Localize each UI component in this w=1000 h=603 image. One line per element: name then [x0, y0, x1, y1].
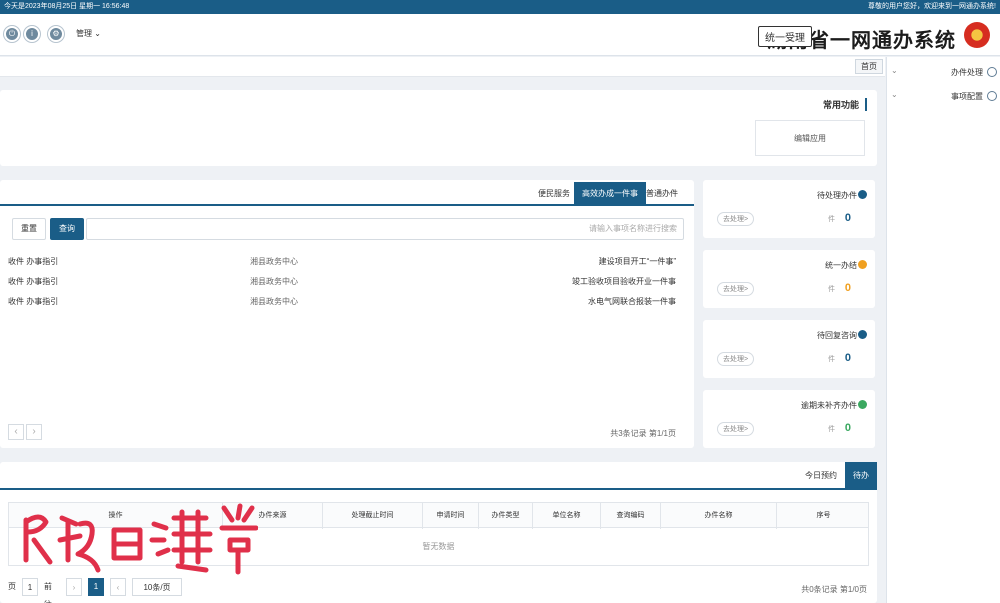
tab-todo[interactable]: 待办: [845, 462, 877, 490]
chevron-down-icon: ⌄: [94, 29, 101, 38]
page-info: 共3条记录 第1/1页: [610, 429, 676, 438]
settings-icon[interactable]: ⚙: [48, 26, 64, 42]
reset-button[interactable]: 重置: [12, 218, 46, 240]
sidebar-item-label: 办件处理: [951, 68, 983, 77]
common-functions-panel: 常用功能 编辑应用: [0, 90, 877, 166]
prev-page-button[interactable]: ‹: [8, 424, 24, 440]
stat-card-unified: 统一办结 0 件 去处理>: [703, 250, 875, 308]
unified-accept-tag[interactable]: 统一受理: [758, 26, 812, 47]
service-actions[interactable]: 收件 办事指引: [8, 296, 58, 307]
info-icon[interactable]: i: [24, 26, 40, 42]
go-process-button[interactable]: 去处理>: [717, 422, 755, 436]
pagination: ‹ ›: [8, 424, 48, 440]
service-name[interactable]: 竣工验收项目验收开业一件事: [572, 276, 676, 287]
tab-home[interactable]: 首页: [855, 59, 883, 74]
chevron-down-icon: ⌄: [891, 90, 898, 99]
emblem-icon: [964, 22, 990, 48]
service-org: 湘县政务中心: [250, 297, 298, 306]
card-title: 统一办结: [825, 261, 857, 270]
app-header: ⏻ i ⚙ 管理 ⌄ 湖南省一网通办系统 统一受理: [0, 14, 1000, 56]
card-unit: 件: [828, 356, 835, 363]
column-header: 办件类型: [478, 503, 532, 529]
chevron-down-icon: ⌄: [891, 66, 898, 75]
edit-apps-button[interactable]: 编辑应用: [755, 120, 865, 156]
service-actions[interactable]: 收件 办事指引: [8, 256, 58, 267]
status-dot-icon: [858, 190, 867, 199]
next-page-button[interactable]: ›: [66, 578, 82, 596]
handwritten-signature: [23, 503, 258, 575]
tab-convenience[interactable]: 便民服务: [530, 182, 578, 206]
column-header: 申请时间: [422, 503, 478, 529]
column-header: 处理截止时间: [322, 503, 422, 529]
service-org: 湘县政务中心: [250, 257, 298, 266]
list-item: 竣工验收项目验收开业一件事 湘县政务中心 收件 办事指引: [0, 276, 694, 294]
user-menu[interactable]: 管理 ⌄: [76, 28, 101, 39]
tab-one-thing[interactable]: 高效办成一件事: [574, 182, 646, 206]
status-dot-icon: [858, 330, 867, 339]
column-header: 查询编码: [600, 503, 660, 529]
list-item: 建设项目开工“一件事” 湘县政务中心 收件 办事指引: [0, 256, 694, 274]
column-header: 单位名称: [532, 503, 600, 529]
tab-bar: 首页: [0, 57, 885, 77]
goto-label: 前往: [44, 582, 52, 603]
services-panel: 普通办件 高效办成一件事 便民服务 请输入事项名称进行搜索 查询 重置 建设项目…: [0, 180, 694, 448]
card-title: 待处理办件: [817, 191, 857, 200]
top-status-strip: 今天是2023年08月25日 星期一 16:56:48 尊敬的用户您好，欢迎来到…: [0, 0, 1000, 14]
stat-card-consult: 待回复咨询 0 件 去处理>: [703, 320, 875, 378]
column-header: 序号: [776, 503, 870, 529]
card-unit: 件: [828, 286, 835, 293]
power-icon[interactable]: ⏻: [4, 26, 20, 42]
sidebar-item-case-processing[interactable]: 办件处理 ⌄: [887, 61, 1000, 83]
case-icon: [987, 67, 997, 77]
status-dot-icon: [858, 400, 867, 409]
card-count: 0: [844, 282, 851, 294]
current-page-button[interactable]: 1: [88, 578, 104, 596]
column-header: 办件名称: [660, 503, 776, 529]
sidebar: 办件处理 ⌄ 事项配置 ⌄: [886, 57, 1000, 603]
welcome-text: 尊敬的用户您好，欢迎来到一网通办系统!: [868, 3, 996, 10]
prev-page-button[interactable]: ‹: [110, 578, 126, 596]
service-name[interactable]: 水电气网联合报装一件事: [588, 296, 676, 307]
go-process-button[interactable]: 去处理>: [717, 282, 755, 296]
brand: 湖南省一网通办系统 统一受理: [720, 20, 990, 52]
common-functions-title: 常用功能: [823, 98, 867, 111]
todo-tabs: 待办 今日预约: [0, 462, 877, 490]
services-tabs: 普通办件 高效办成一件事 便民服务: [0, 180, 694, 206]
card-unit: 件: [828, 426, 835, 433]
sidebar-item-item-config[interactable]: 事项配置 ⌄: [887, 85, 1000, 107]
card-title: 逾期未补齐办件: [801, 401, 857, 410]
user-name: 管理: [76, 29, 92, 38]
page-size-select[interactable]: 10条/页: [132, 578, 182, 596]
config-icon: [987, 91, 997, 101]
go-process-button[interactable]: 去处理>: [717, 352, 755, 366]
service-actions[interactable]: 收件 办事指引: [8, 276, 58, 287]
service-name[interactable]: 建设项目开工“一件事”: [599, 256, 676, 267]
next-page-button[interactable]: ›: [26, 424, 42, 440]
go-process-button[interactable]: 去处理>: [717, 212, 755, 226]
card-count: 0: [844, 422, 851, 434]
sidebar-item-label: 事项配置: [951, 92, 983, 101]
card-count: 0: [844, 212, 851, 224]
page-info: 共0条记录 第1/0页: [801, 585, 867, 594]
stat-card-overdue: 逾期未补齐办件 0 件 去处理>: [703, 390, 875, 448]
card-unit: 件: [828, 216, 835, 223]
search-input[interactable]: 请输入事项名称进行搜索: [86, 218, 684, 240]
status-dot-icon: [858, 260, 867, 269]
date-text: 今天是2023年08月25日 星期一 16:56:48: [4, 3, 130, 10]
card-title: 待回复咨询: [817, 331, 857, 340]
goto-page-input[interactable]: 1: [22, 578, 38, 596]
query-button[interactable]: 查询: [50, 218, 84, 240]
list-item: 水电气网联合报装一件事 湘县政务中心 收件 办事指引: [0, 296, 694, 314]
stat-card-pending: 待处理办件 0 件 去处理>: [703, 180, 875, 238]
page-suffix: 页: [8, 582, 16, 591]
card-count: 0: [844, 352, 851, 364]
tab-today-appointment[interactable]: 今日预约: [805, 462, 837, 490]
service-org: 湘县政务中心: [250, 277, 298, 286]
